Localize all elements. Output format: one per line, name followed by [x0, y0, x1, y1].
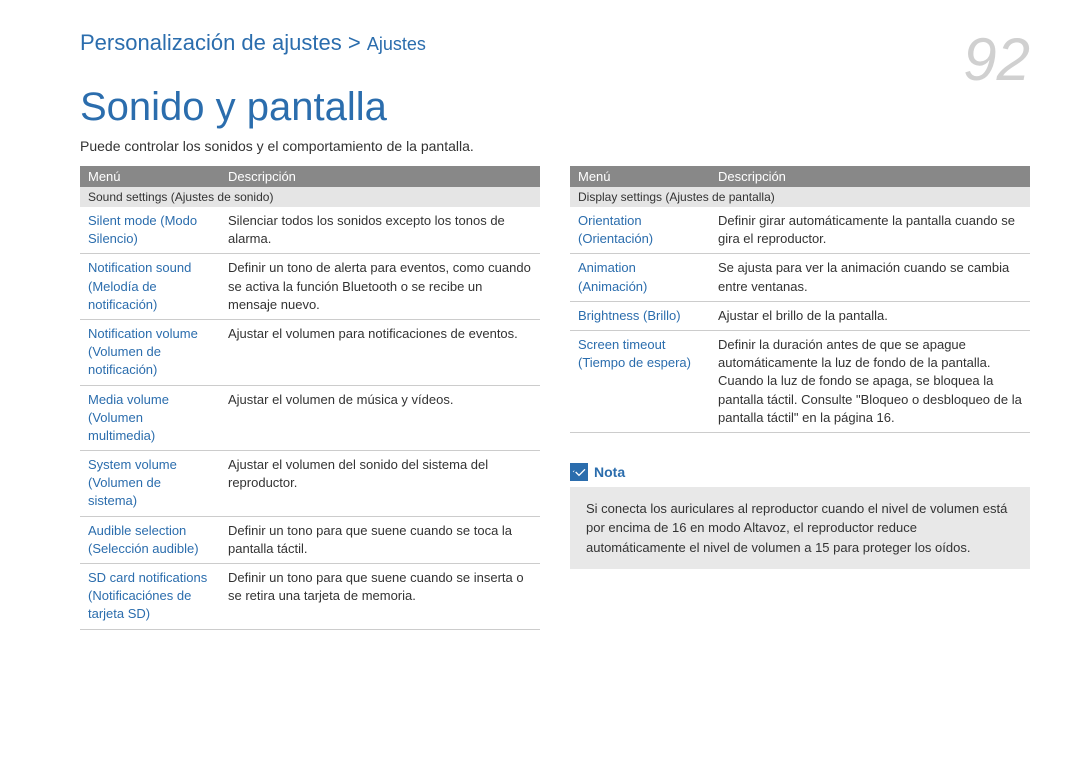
note-label-row: Nota	[570, 463, 1030, 481]
header-description: Descripción	[220, 166, 540, 187]
columns-wrapper: Menú Descripción Sound settings (Ajustes…	[80, 166, 1030, 630]
table-header-row: Menú Descripción	[570, 166, 1030, 187]
note-label-text: Nota	[594, 464, 625, 480]
page-number: 92	[963, 30, 1030, 90]
menu-cell: Notification volume (Volumen de notifica…	[80, 319, 220, 385]
note-section: Nota Si conecta los auriculares al repro…	[570, 463, 1030, 570]
right-column: Menú Descripción Display settings (Ajust…	[570, 166, 1030, 630]
breadcrumb-parent: Personalización de ajustes	[80, 30, 342, 55]
table-header-row: Menú Descripción	[80, 166, 540, 187]
menu-cell: Audible selection (Selección audible)	[80, 516, 220, 563]
table-row: Silent mode (Modo Silencio) Silenciar to…	[80, 207, 540, 254]
desc-cell: Definir un tono de alerta para eventos, …	[220, 254, 540, 320]
section-row: Sound settings (Ajustes de sonido)	[80, 187, 540, 207]
section-label: Sound settings (Ajustes de sonido)	[80, 187, 540, 207]
intro-text: Puede controlar los sonidos y el comport…	[80, 138, 1030, 154]
note-icon	[570, 463, 588, 481]
breadcrumb: Personalización de ajustes > Ajustes	[80, 30, 426, 56]
menu-cell: Silent mode (Modo Silencio)	[80, 207, 220, 254]
desc-cell: Ajustar el volumen del sonido del sistem…	[220, 451, 540, 517]
menu-cell: Orientation (Orientación)	[570, 207, 710, 254]
sound-settings-table: Menú Descripción Sound settings (Ajustes…	[80, 166, 540, 630]
page-title: Sonido y pantalla	[80, 85, 1030, 130]
desc-cell: Silenciar todos los sonidos excepto los …	[220, 207, 540, 254]
table-row: Animation (Animación) Se ajusta para ver…	[570, 254, 1030, 301]
desc-cell: Se ajusta para ver la animación cuando s…	[710, 254, 1030, 301]
table-row: System volume (Volumen de sistema) Ajust…	[80, 451, 540, 517]
table-row: Audible selection (Selección audible) De…	[80, 516, 540, 563]
display-settings-table: Menú Descripción Display settings (Ajust…	[570, 166, 1030, 433]
menu-cell: Animation (Animación)	[570, 254, 710, 301]
left-column: Menú Descripción Sound settings (Ajustes…	[80, 166, 540, 630]
page-header: Personalización de ajustes > Ajustes 92	[80, 30, 1030, 90]
menu-cell: Screen timeout (Tiempo de espera)	[570, 330, 710, 432]
menu-cell: Media volume (Volumen multimedia)	[80, 385, 220, 451]
table-row: Orientation (Orientación) Definir girar …	[570, 207, 1030, 254]
desc-cell: Definir un tono para que suene cuando se…	[220, 564, 540, 630]
header-description: Descripción	[710, 166, 1030, 187]
note-box: Si conecta los auriculares al reproducto…	[570, 487, 1030, 570]
table-row: Media volume (Volumen multimedia) Ajusta…	[80, 385, 540, 451]
table-row: SD card notifications (Notificaciónes de…	[80, 564, 540, 630]
menu-cell: Brightness (Brillo)	[570, 301, 710, 330]
breadcrumb-separator: >	[348, 30, 361, 55]
desc-cell: Definir girar automáticamente la pantall…	[710, 207, 1030, 254]
table-row: Notification sound (Melodía de notificac…	[80, 254, 540, 320]
section-row: Display settings (Ajustes de pantalla)	[570, 187, 1030, 207]
section-label: Display settings (Ajustes de pantalla)	[570, 187, 1030, 207]
desc-cell: Definir la duración antes de que se apag…	[710, 330, 1030, 432]
menu-cell: System volume (Volumen de sistema)	[80, 451, 220, 517]
breadcrumb-current: Ajustes	[367, 34, 426, 54]
header-menu: Menú	[80, 166, 220, 187]
menu-cell: Notification sound (Melodía de notificac…	[80, 254, 220, 320]
desc-cell: Ajustar el brillo de la pantalla.	[710, 301, 1030, 330]
desc-cell: Ajustar el volumen de música y vídeos.	[220, 385, 540, 451]
table-row: Brightness (Brillo) Ajustar el brillo de…	[570, 301, 1030, 330]
table-row: Notification volume (Volumen de notifica…	[80, 319, 540, 385]
desc-cell: Ajustar el volumen para notificaciones d…	[220, 319, 540, 385]
table-row: Screen timeout (Tiempo de espera) Defini…	[570, 330, 1030, 432]
desc-cell: Definir un tono para que suene cuando se…	[220, 516, 540, 563]
header-menu: Menú	[570, 166, 710, 187]
menu-cell: SD card notifications (Notificaciónes de…	[80, 564, 220, 630]
